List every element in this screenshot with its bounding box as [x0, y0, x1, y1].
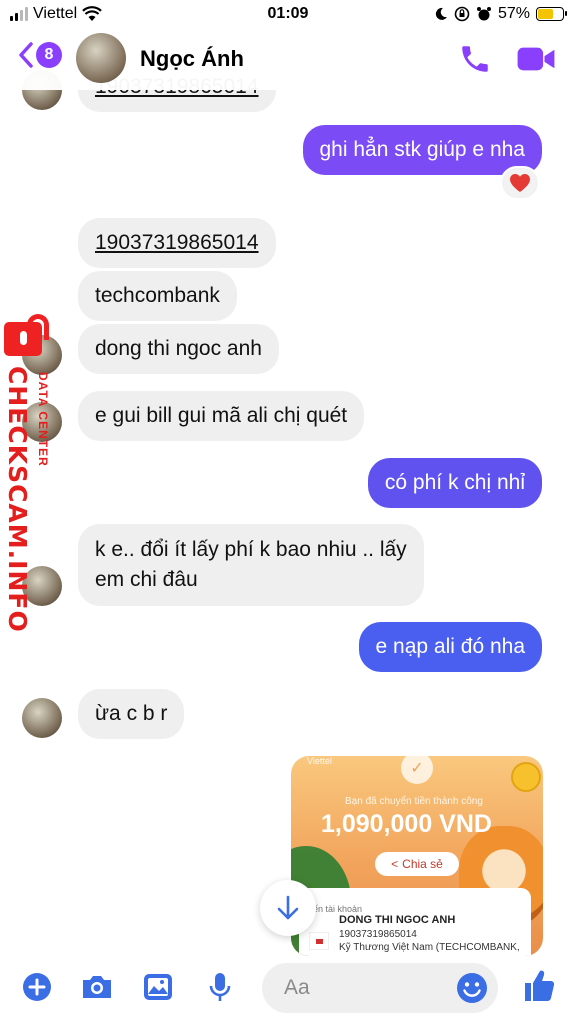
- gallery-icon[interactable]: [142, 972, 174, 1002]
- message-line: k e.. đổi ít lấy phí k bao nhiu .. lấy: [95, 538, 407, 561]
- recipient-bank: Kỹ Thương Việt Nam (TECHCOMBANK,: [339, 942, 520, 953]
- unread-badge: 8: [36, 42, 62, 68]
- receipt-image[interactable]: Viettel ✓ Bạn đã chuyển tiền thành công …: [291, 756, 543, 956]
- arrow-down-icon: [277, 895, 299, 920]
- message-input-placeholder: Aa: [284, 976, 310, 999]
- message-incoming-account-name[interactable]: dong thi ngoc anh: [78, 324, 279, 374]
- message-line: em chi đâu: [95, 568, 198, 591]
- plus-icon[interactable]: [22, 972, 52, 1002]
- emoji-icon[interactable]: [456, 972, 488, 1004]
- moon-icon: [435, 7, 447, 20]
- receipt-details: ến tài khoản DONG THI NGOC ANH 190373198…: [299, 888, 531, 956]
- check-icon: ✓: [401, 756, 433, 784]
- back-button[interactable]: 8: [18, 42, 62, 68]
- phone-call-icon[interactable]: [458, 42, 492, 76]
- composer-bar: Aa: [0, 956, 576, 1024]
- alarm-icon: [476, 7, 491, 21]
- camera-icon[interactable]: [80, 973, 114, 1001]
- status-right: 57%: [434, 5, 567, 23]
- battery-percent: 57%: [497, 5, 530, 22]
- rotation-lock-icon: [454, 6, 470, 22]
- video-call-icon[interactable]: [516, 42, 556, 76]
- message-incoming-account-number[interactable]: 19037319865014: [78, 218, 276, 268]
- scroll-down-button[interactable]: [260, 880, 316, 936]
- bank-logo: [309, 932, 329, 950]
- account-label: ến tài khoản: [313, 904, 363, 914]
- message-incoming-bank[interactable]: techcombank: [78, 271, 237, 321]
- share-button: < Chia sẻ: [375, 852, 459, 876]
- watermark-brand: CHECKSCAM.INFO: [3, 366, 32, 633]
- lock-icon: [4, 314, 49, 356]
- coin-illustration: [511, 762, 541, 792]
- heart-reaction-icon[interactable]: [500, 166, 540, 200]
- chevron-left-icon: [19, 42, 33, 68]
- sender-avatar[interactable]: [22, 698, 62, 738]
- message-incoming-multiline[interactable]: k e.. đổi ít lấy phí k bao nhiu .. lấy e…: [78, 524, 424, 606]
- chat-header: 8 Ngọc Ánh: [0, 30, 576, 90]
- receipt-amount: 1,090,000 VND: [321, 810, 492, 838]
- contact-avatar[interactable]: [76, 33, 126, 83]
- recipient-name: DONG THI NGOC ANH: [339, 914, 456, 926]
- message-incoming[interactable]: e gui bill gui mã ali chị quét: [78, 391, 365, 441]
- status-bar: Viettel 01:09 57%: [0, 0, 576, 30]
- share-icon: <: [391, 857, 399, 871]
- share-label: Chia sẻ: [402, 857, 443, 871]
- contact-name[interactable]: Ngọc Ánh: [140, 46, 244, 72]
- message-outgoing[interactable]: có phí k chị nhỉ: [367, 458, 542, 508]
- receipt-status-carrier: Viettel: [307, 756, 332, 766]
- thumbs-up-icon[interactable]: [522, 968, 556, 1004]
- message-incoming[interactable]: ừa c b r: [78, 689, 185, 739]
- message-outgoing[interactable]: e nạp ali đó nha: [358, 622, 542, 672]
- watermark-sub: DATA CENTER: [36, 372, 50, 467]
- message-outgoing[interactable]: ghi hẳn stk giúp e nha: [302, 125, 542, 175]
- microphone-icon[interactable]: [207, 971, 233, 1003]
- recipient-account: 19037319865014: [339, 929, 417, 940]
- message-input[interactable]: Aa: [262, 963, 498, 1013]
- receipt-subtitle: Bạn đã chuyển tiền thành công: [345, 796, 483, 807]
- battery-icon: [536, 7, 567, 21]
